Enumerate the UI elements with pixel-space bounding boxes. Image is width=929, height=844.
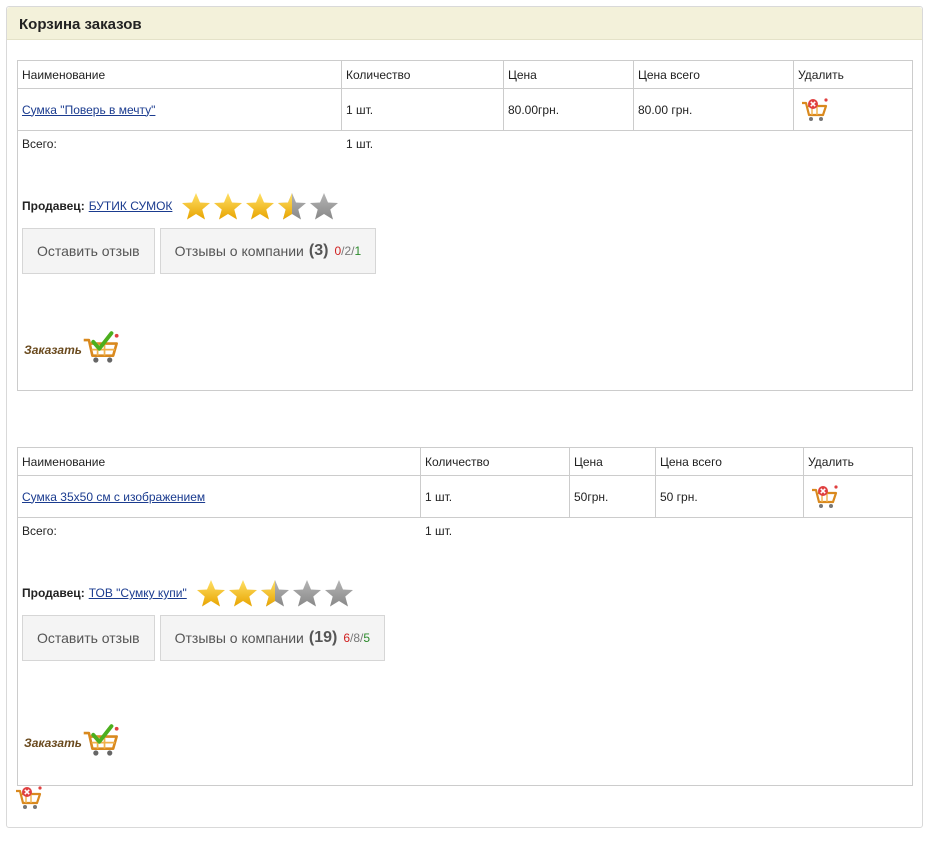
- seller-label: Продавец:: [22, 199, 85, 213]
- reviews-label: Отзывы о компании: [174, 243, 304, 259]
- table-header-row: Наименование Количество Цена Цена всего …: [18, 61, 912, 89]
- summary-label: Всего:: [22, 524, 57, 538]
- cart-panel: Корзина заказов Наименование Количество …: [6, 6, 923, 828]
- seller-rating: [180, 191, 340, 221]
- seller-rating: [195, 578, 355, 608]
- star-icon: [276, 191, 308, 221]
- item-total: 50 грн.: [656, 476, 804, 517]
- reviews-negative: 6: [343, 631, 351, 645]
- header-price: Цена: [570, 448, 656, 475]
- header-name: Наименование: [18, 61, 342, 88]
- reviews-negative: 0: [334, 244, 342, 258]
- reviews-neutral: 8: [353, 631, 361, 645]
- seller-link[interactable]: БУТИК СУМОК: [89, 199, 173, 213]
- star-icon: [291, 578, 323, 608]
- header-qty: Количество: [342, 61, 504, 88]
- star-icon: [195, 578, 227, 608]
- summary-row: Всего: 1 шт.: [18, 137, 912, 153]
- item-qty: 1 шт.: [342, 89, 504, 130]
- clear-cart-icon[interactable]: [14, 785, 42, 811]
- order-button[interactable]: Заказать: [24, 718, 120, 762]
- star-icon: [259, 578, 291, 608]
- header-total: Цена всего: [656, 448, 804, 475]
- cart-delete-icon[interactable]: [800, 97, 828, 123]
- header-price: Цена: [504, 61, 634, 88]
- item-price: 50грн.: [570, 476, 656, 517]
- table-header-row: Наименование Количество Цена Цена всего …: [18, 448, 912, 476]
- star-icon: [212, 191, 244, 221]
- reviews-count: (19): [308, 629, 338, 646]
- table-row: Сумка "Поверь в мечту" 1 шт. 80.00грн. 8…: [18, 89, 912, 131]
- item-qty: 1 шт.: [421, 476, 570, 517]
- star-icon: [227, 578, 259, 608]
- review-buttons: Оставить отзыв Отзывы о компании (3) 0/2…: [22, 228, 381, 274]
- reviews-positive: 5: [363, 631, 371, 645]
- order-button[interactable]: Заказать: [24, 325, 120, 369]
- order-block: Наименование Количество Цена Цена всего …: [17, 60, 913, 391]
- star-icon: [323, 578, 355, 608]
- star-icon: [180, 191, 212, 221]
- seller-label: Продавец:: [22, 586, 85, 600]
- reviews-label: Отзывы о компании: [174, 630, 304, 646]
- star-icon: [244, 191, 276, 221]
- order-block: Наименование Количество Цена Цена всего …: [17, 447, 913, 786]
- summary-qty: 1 шт.: [425, 524, 453, 538]
- item-total: 80.00 грн.: [634, 89, 794, 130]
- seller-link[interactable]: ТОВ "Сумку купи": [89, 586, 187, 600]
- review-buttons: Оставить отзыв Отзывы о компании (19) 6/…: [22, 615, 390, 661]
- order-button-label: Заказать: [24, 343, 82, 357]
- leave-review-button[interactable]: Оставить отзыв: [22, 228, 155, 274]
- product-link[interactable]: Сумка "Поверь в мечту": [22, 103, 155, 117]
- header-delete: Удалить: [808, 454, 854, 469]
- reviews-count: (3): [308, 242, 329, 259]
- star-icon: [308, 191, 340, 221]
- reviews-positive: 1: [354, 244, 362, 258]
- cart-check-icon: [82, 327, 120, 367]
- header-name: Наименование: [18, 448, 421, 475]
- summary-qty: 1 шт.: [346, 137, 374, 151]
- seller-info: Продавец: БУТИК СУМОК: [22, 191, 340, 221]
- company-reviews-button[interactable]: Отзывы о компании (19) 6/8/5: [159, 615, 386, 661]
- header-total: Цена всего: [634, 61, 794, 88]
- page-title: Корзина заказов: [7, 7, 922, 40]
- summary-label: Всего:: [22, 137, 57, 151]
- company-reviews-button[interactable]: Отзывы о компании (3) 0/2/1: [159, 228, 377, 274]
- reviews-neutral: 2: [344, 244, 352, 258]
- seller-info: Продавец: ТОВ "Сумку купи": [22, 578, 355, 608]
- table-row: Сумка 35х50 см с изображением 1 шт. 50гр…: [18, 476, 912, 518]
- item-price: 80.00грн.: [504, 89, 634, 130]
- leave-review-button[interactable]: Оставить отзыв: [22, 615, 155, 661]
- product-link[interactable]: Сумка 35х50 см с изображением: [22, 490, 205, 504]
- summary-row: Всего: 1 шт.: [18, 524, 912, 540]
- header-delete: Удалить: [798, 67, 844, 82]
- header-qty: Количество: [421, 448, 570, 475]
- order-button-label: Заказать: [24, 736, 82, 750]
- cart-check-icon: [82, 720, 120, 760]
- cart-delete-icon[interactable]: [810, 484, 838, 510]
